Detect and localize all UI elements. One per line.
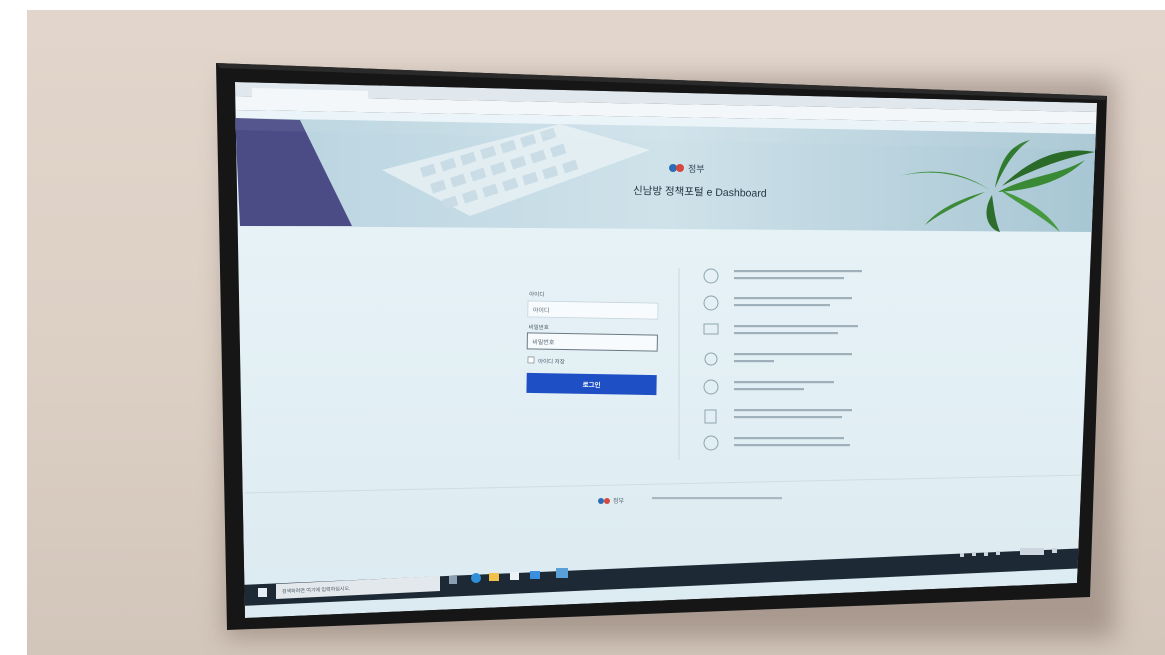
edge-icon bbox=[471, 573, 481, 583]
photo: 정부 신남방 정책포털 e Dashboard 아이디 아이디 비밀번호 비밀번… bbox=[0, 0, 1165, 655]
tv-screen-illustration: 정부 신남방 정책포털 e Dashboard 아이디 아이디 비밀번호 비밀번… bbox=[216, 63, 1107, 630]
footer-logo-text: 정부 bbox=[613, 498, 625, 505]
start-button[interactable] bbox=[258, 588, 267, 597]
remember-checkbox[interactable] bbox=[527, 356, 535, 364]
site-logo-text: 정부 bbox=[688, 164, 705, 174]
file-explorer-icon bbox=[489, 573, 499, 581]
tray-clock bbox=[1020, 548, 1044, 555]
notification-icon bbox=[1052, 548, 1057, 553]
store-icon bbox=[510, 572, 519, 580]
footer-copyright-line bbox=[652, 497, 782, 500]
login-button-label: 로그인 bbox=[583, 380, 601, 389]
mail-icon bbox=[530, 571, 540, 579]
task-view-icon bbox=[449, 576, 457, 584]
app-icon bbox=[556, 568, 568, 578]
